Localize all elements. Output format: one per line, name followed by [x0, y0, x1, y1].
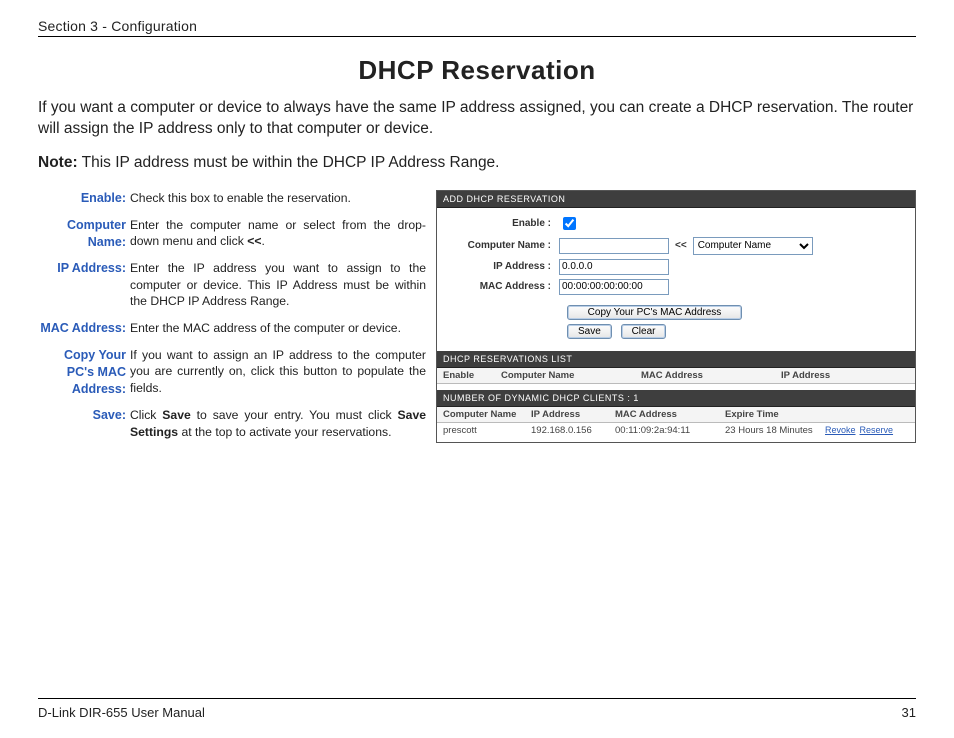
- def-label-mac-address: MAC Address:: [38, 320, 130, 337]
- page-title: DHCP Reservation: [38, 55, 916, 86]
- client-ip: 192.168.0.156: [531, 425, 615, 436]
- reservations-list-bar: DHCP RESERVATIONS LIST: [437, 351, 915, 368]
- clients-header: Computer Name IP Address MAC Address Exp…: [437, 407, 915, 423]
- def-label-enable: Enable:: [38, 190, 130, 207]
- intro-paragraph: If you want a computer or device to alwa…: [38, 98, 916, 140]
- col-client-ip: IP Address: [531, 409, 615, 420]
- client-expire: 23 Hours 18 Minutes: [725, 425, 825, 436]
- router-ui-panel: ADD DHCP RESERVATION Enable : Computer N…: [436, 190, 916, 443]
- def-label-computer-name: Computer Name:: [38, 217, 130, 251]
- col-ip-address: IP Address: [781, 370, 909, 381]
- note-paragraph: Note: This IP address must be within the…: [38, 154, 916, 172]
- def-body-save: Click Save to save your entry. You must …: [130, 407, 426, 440]
- def-body-ip-address: Enter the IP address you want to assign …: [130, 260, 426, 309]
- def-label-save: Save:: [38, 407, 130, 440]
- col-mac-address: MAC Address: [641, 370, 781, 381]
- note-text: This IP address must be within the DHCP …: [78, 154, 500, 171]
- definitions-list: Enable:Check this box to enable the rese…: [38, 190, 426, 450]
- revoke-link[interactable]: Revoke: [825, 425, 856, 436]
- note-label: Note:: [38, 154, 78, 171]
- add-reservation-bar: ADD DHCP RESERVATION: [437, 191, 915, 208]
- def-body-copy-mac: If you want to assign an IP address to t…: [130, 347, 426, 398]
- ip-address-input[interactable]: [559, 259, 669, 275]
- col-computer-name: Computer Name: [501, 370, 641, 381]
- enable-label: Enable :: [447, 218, 559, 229]
- section-header: Section 3 - Configuration: [38, 18, 916, 37]
- arrows-label: <<: [669, 240, 693, 251]
- col-client-expire: Expire Time: [725, 409, 825, 420]
- col-enable: Enable: [443, 370, 501, 381]
- col-client-name: Computer Name: [443, 409, 531, 420]
- computer-name-input[interactable]: [559, 238, 669, 254]
- def-body-computer-name: Enter the computer name or select from t…: [130, 217, 426, 251]
- client-name: prescott: [443, 425, 531, 436]
- computer-name-label: Computer Name :: [447, 240, 559, 251]
- client-row: prescott 192.168.0.156 00:11:09:2a:94:11…: [437, 423, 915, 438]
- col-client-mac: MAC Address: [615, 409, 725, 420]
- def-label-ip-address: IP Address:: [38, 260, 130, 309]
- client-mac: 00:11:09:2a:94:11: [615, 425, 725, 436]
- reserve-link[interactable]: Reserve: [860, 425, 894, 436]
- def-label-copy-mac: Copy Your PC's MAC Address:: [38, 347, 130, 398]
- ip-address-label: IP Address :: [447, 261, 559, 272]
- page-number: 31: [902, 705, 916, 720]
- enable-checkbox[interactable]: [563, 217, 576, 230]
- computer-name-select[interactable]: Computer Name: [693, 237, 813, 255]
- def-body-enable: Check this box to enable the reservation…: [130, 190, 426, 207]
- footer-left: D-Link DIR-655 User Manual: [38, 705, 205, 720]
- copy-mac-button[interactable]: Copy Your PC's MAC Address: [567, 305, 742, 320]
- reservations-list-header: Enable Computer Name MAC Address IP Addr…: [437, 368, 915, 384]
- def-body-mac-address: Enter the MAC address of the computer or…: [130, 320, 426, 337]
- dynamic-clients-bar: NUMBER OF DYNAMIC DHCP CLIENTS : 1: [437, 390, 915, 407]
- clear-button[interactable]: Clear: [621, 324, 667, 339]
- mac-address-label: MAC Address :: [447, 281, 559, 292]
- save-button[interactable]: Save: [567, 324, 612, 339]
- mac-address-input[interactable]: [559, 279, 669, 295]
